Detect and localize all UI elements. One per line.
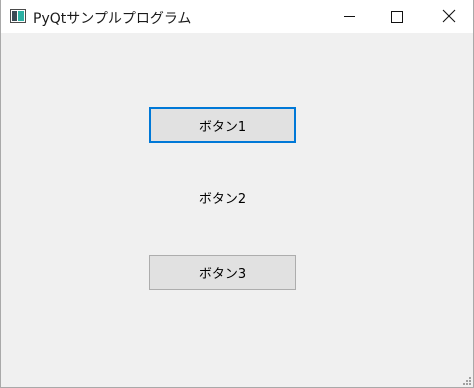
close-button[interactable] <box>425 0 471 33</box>
label-2: ボタン2 <box>198 192 247 207</box>
minimize-icon <box>344 16 355 17</box>
minimize-button[interactable] <box>326 0 372 33</box>
window-title: PyQtサンプルプログラム <box>33 11 192 27</box>
client-area: ボタン1 ボタン2 ボタン3 <box>1 33 473 387</box>
button-3[interactable]: ボタン3 <box>149 255 296 290</box>
app-window: PyQtサンプルプログラム ボタン1 ボタン2 ボタン3 <box>0 0 474 388</box>
button-1[interactable]: ボタン1 <box>149 107 296 143</box>
maximize-button[interactable] <box>373 0 419 33</box>
title-bar[interactable]: PyQtサンプルプログラム <box>1 0 473 33</box>
app-icon <box>10 9 26 23</box>
close-icon <box>442 9 456 23</box>
resize-grip[interactable] <box>461 375 471 385</box>
maximize-icon <box>391 11 403 23</box>
